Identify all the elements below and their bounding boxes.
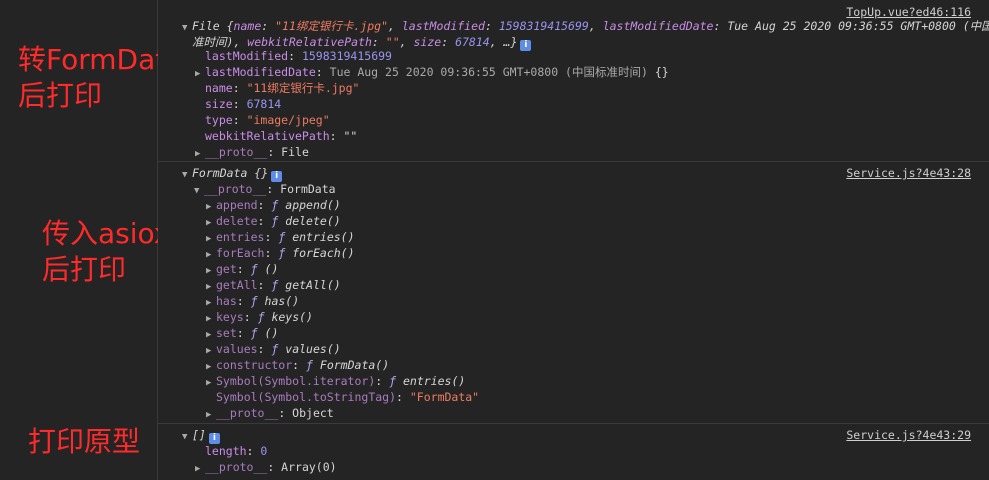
console-panel: TopUp.vue?ed46:116 ▼ File {name: "11绑定银行卡… [158,0,989,480]
method-signature: delete() [285,214,341,228]
function-glyph-icon: ƒ [250,262,258,276]
collapse-triangle-icon[interactable]: ▶ [195,461,205,477]
method-key: get [216,262,237,276]
property-key: type [205,113,233,127]
property-value: "11绑定银行卡.jpg" [246,81,360,95]
formdata-method-row[interactable]: ▶ forEach: ƒ forEach() [206,245,355,261]
property-value: Tue Aug 25 2020 09:36:55 GMT+0800 (中国标准时… [329,65,648,79]
method-key: getAll [216,278,258,292]
method-key: set [216,326,237,340]
formdata-method-row[interactable]: ▶ append: ƒ append() [206,197,341,213]
method-signature: values() [285,342,341,356]
formdata-method-row[interactable]: ▶ get: ƒ () [206,261,278,277]
formdata-method-row[interactable]: ▶ entries: ƒ entries() [206,229,355,245]
property-value: File [281,145,309,159]
method-key: delete [216,214,258,228]
method-key: entries [216,230,265,244]
collapse-triangle-icon[interactable]: ▶ [206,407,216,423]
console-message-formdata: Service.js?4e43:28 ▼ FormData {} i ▼ __prot… [158,162,989,424]
annotation-line: 传入asiox [42,217,171,250]
formdata-method-row[interactable]: ▶ getAll: ƒ getAll() [206,277,341,293]
source-link[interactable]: Service.js?4e43:28 [846,165,971,181]
property-value: "image/jpeg" [246,113,330,127]
expand-triangle-icon[interactable]: ▼ [182,20,192,36]
method-signature: keys() [271,310,313,324]
method-key: append [216,198,258,212]
property-value: "" [343,129,358,143]
function-glyph-icon: ƒ [389,374,397,388]
formdata-method-row[interactable]: ▶ set: ƒ () [206,325,278,341]
console-message-file: TopUp.vue?ed46:116 ▼ File {name: "11绑定银行卡… [158,0,989,162]
expand-triangle-icon[interactable]: ▼ [194,183,204,199]
file-property-row[interactable]: ▶ lastModifiedDate: Tue Aug 25 2020 09:36… [195,64,669,80]
method-key: has [216,294,237,308]
method-signature: FormData() [319,358,390,372]
file-property-row[interactable]: ▶ __proto__: File [195,144,309,160]
formdata-method-row[interactable]: ▶ keys: ƒ keys() [206,309,313,325]
function-glyph-icon: ƒ [250,326,258,340]
formdata-method-row[interactable]: ▶ Symbol(Symbol.iterator): ƒ entries() [206,373,465,389]
expand-triangle-icon[interactable]: ▼ [182,429,192,445]
formdata-method-row[interactable]: ▶ has: ƒ has() [206,293,299,309]
method-key: forEach [216,246,265,260]
function-glyph-icon: ƒ [250,294,258,308]
formdata-method-row[interactable]: ▶ constructor: ƒ FormData() [206,357,389,373]
array-length-row: length: 0 [205,444,268,458]
expand-triangle-icon[interactable]: ▼ [182,167,192,183]
file-property-row: size: 67814 [205,97,282,111]
method-signature: () [264,326,279,340]
annotation-line: 后打印 [42,253,127,286]
method-signature: has() [264,294,300,308]
collapse-triangle-icon[interactable]: ▶ [195,146,205,162]
method-key: values [216,342,258,356]
file-property-row: lastModified: 1598319415699 [205,49,392,63]
property-key: size [205,97,233,111]
property-key: name [205,81,233,95]
file-property-row: name: "11绑定银行卡.jpg" [205,81,360,95]
collapse-triangle-icon[interactable]: ▶ [206,375,216,391]
method-signature: entries() [402,374,466,388]
source-link[interactable]: Service.js?4e43:29 [846,427,971,443]
method-signature: entries() [292,230,355,244]
property-key: webkitRelativePath [205,129,330,143]
property-value: 1598319415699 [301,49,392,63]
formdata-method-row[interactable]: ▶ delete: ƒ delete() [206,213,341,229]
formdata-inner-proto-row[interactable]: ▶ __proto__: Object [206,405,334,421]
info-icon[interactable]: i [520,40,532,51]
property-value: 67814 [246,97,282,111]
method-signature: forEach() [292,246,355,260]
formdata-method-row[interactable]: ▶ values: ƒ values() [206,341,341,357]
property-key: lastModifiedDate [205,65,316,79]
array-proto-row[interactable]: ▶ __proto__: Array(0) [195,459,337,475]
function-glyph-icon: ƒ [257,310,265,324]
file-property-row: type: "image/jpeg" [205,113,330,127]
function-glyph-icon: ƒ [306,358,313,372]
method-signature: () [264,262,279,276]
formdata-proto-row[interactable]: ▼ __proto__: FormData [194,181,336,197]
devtools-console-screenshot: 转FormData 后打印 传入asiox 后打印 打印原型 TopUp.vue… [0,0,989,480]
console-message-array: Service.js?4e43:29 ▼[] i length: 0 ▶ __pro… [158,424,989,480]
property-key: lastModified [205,49,289,63]
collapse-triangle-icon[interactable]: ▶ [195,66,205,82]
annotation-print-prototype: 打印原型 [28,425,141,458]
method-key: keys [216,310,244,324]
array-summary[interactable]: ▼[] i [182,427,220,445]
method-signature: getAll() [285,278,341,292]
method-key: Symbol(Symbol.iterator) [216,374,376,388]
file-property-row: webkitRelativePath: "" [205,129,358,143]
formdata-tostringtag-row: Symbol(Symbol.toStringTag): "FormData" [216,390,480,404]
property-key: __proto__ [205,145,268,159]
formdata-summary[interactable]: ▼ FormData {} i [182,165,283,183]
annotation-column: 转FormData 后打印 传入asiox 后打印 打印原型 [0,0,183,480]
method-key: constructor [216,358,293,372]
annotation-after-axios: 传入asiox 后打印 [42,216,170,288]
file-summary-line-1[interactable]: ▼ File {name: "11绑定银行卡.jpg", lastModified… [182,18,989,34]
method-signature: append() [285,198,341,212]
